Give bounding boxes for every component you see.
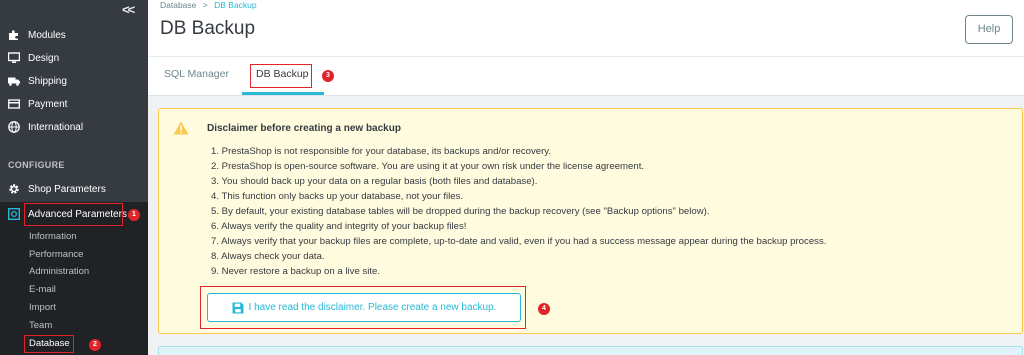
sidebar-item-label: Design [28,52,60,64]
breadcrumb-parent[interactable]: Database [160,0,196,10]
sidebar-subitem-email[interactable]: E-mail [29,283,56,297]
sidebar-item-label: Payment [28,98,68,110]
sidebar-subitem-import[interactable]: Import [29,301,56,315]
breadcrumb-current[interactable]: DB Backup [214,0,257,10]
monitor-icon [8,52,20,64]
puzzle-icon [8,29,20,41]
sidebar-item-label: Shop Parameters [28,183,106,195]
active-tab-indicator [242,92,324,95]
annotation-box-database [24,335,74,353]
sidebar-item-international[interactable]: International [0,117,148,137]
annotation-box-advanced-parameters [24,203,123,226]
globe-icon [8,121,20,133]
page-header: Database > DB Backup DB Backup Help SQL … [148,0,1024,96]
sidebar-subitem-team[interactable]: Team [29,319,52,333]
sidebar: << Modules Design Shipping Payment Inter… [0,0,148,355]
sidebar-item-label: Modules [28,29,66,41]
breadcrumb-separator: > [202,0,208,10]
configure-section-label: CONFIGURE [8,160,65,170]
annotation-box-create-backup [200,286,526,329]
sidebar-item-shop-parameters[interactable]: Shop Parameters [0,179,148,199]
sidebar-item-modules[interactable]: Modules [0,25,148,45]
sidebar-item-shipping[interactable]: Shipping [0,71,148,91]
disclaimer-rule: 6. Always verify the quality and integri… [211,221,467,232]
disclaimer-title: Disclaimer before creating a new backup [207,123,401,134]
disclaimer-rule: 2. PrestaShop is open-source software. Y… [211,161,645,172]
annotation-badge-1: 1 [128,209,140,221]
sidebar-subitem-administration[interactable]: Administration [29,265,89,279]
warning-icon [173,121,189,135]
sidebar-item-label: Shipping [28,75,67,87]
settings-box-icon [8,208,20,220]
annotation-badge-3: 3 [322,70,334,82]
disclaimer-rule: 7. Always verify that your backup files … [211,236,827,247]
annotation-badge-2: 2 [89,339,101,351]
sidebar-item-label: International [28,121,84,133]
sidebar-item-payment[interactable]: Payment [0,94,148,114]
tabs-divider [148,56,1024,57]
sidebar-subitem-performance[interactable]: Performance [29,248,83,262]
page-title: DB Backup [160,18,256,39]
gear-icon [8,183,20,195]
annotation-box-db-backup-tab [250,64,312,88]
disclaimer-rule: 5. By default, your existing database ta… [211,206,710,217]
info-panel [158,346,1023,355]
disclaimer-rule: 1. PrestaShop is not responsible for you… [211,146,552,157]
disclaimer-panel: Disclaimer before creating a new backup … [158,108,1023,334]
disclaimer-rule: 8. Always check your data. [211,251,325,262]
help-button[interactable]: Help [965,15,1013,44]
breadcrumb: Database > DB Backup [160,0,257,10]
tab-sql-manager[interactable]: SQL Manager [164,68,229,80]
credit-card-icon [8,98,20,110]
disclaimer-rule: 3. You should back up your data on a reg… [211,176,538,187]
sidebar-item-design[interactable]: Design [0,48,148,68]
truck-icon [8,75,20,87]
disclaimer-rule: 4. This function only backs up your data… [211,191,464,202]
collapse-sidebar-button[interactable]: << [122,2,135,17]
annotation-badge-4: 4 [538,303,550,315]
sidebar-subitem-information[interactable]: Information [29,230,77,244]
disclaimer-rule: 9. Never restore a backup on a live site… [211,266,381,277]
